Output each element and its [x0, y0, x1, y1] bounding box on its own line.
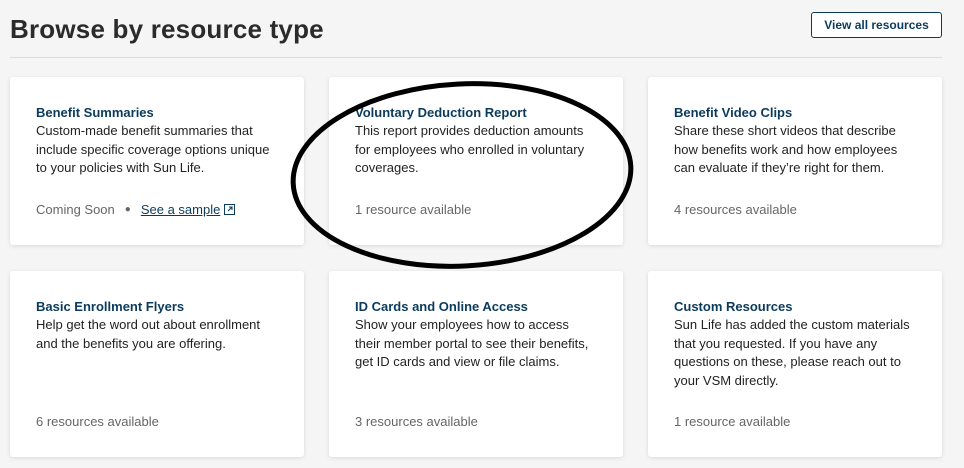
card-basic-enrollment-flyers[interactable]: Basic Enrollment Flyers Help get the wor…: [10, 271, 304, 457]
card-description: Show your employees how to access their …: [355, 317, 589, 369]
see-a-sample-link[interactable]: See a sample: [141, 202, 236, 217]
card-footer: 6 resources available: [36, 414, 159, 429]
card-footer: 1 resource available: [674, 414, 791, 429]
card-benefit-summaries[interactable]: Benefit Summaries Custom-made benefit su…: [10, 77, 304, 245]
card-custom-resources[interactable]: Custom Resources Sun Life has added the …: [648, 271, 942, 457]
card-title: ID Cards and Online Access: [355, 299, 528, 314]
card-description: Sun Life has added the custom materials …: [674, 317, 910, 388]
card-footer: Coming Soon ● See a sample: [36, 202, 236, 217]
card-footer: 3 resources available: [355, 414, 478, 429]
card-voluntary-deduction-report[interactable]: Voluntary Deduction Report This report p…: [329, 77, 623, 245]
card-title: Benefit Video Clips: [674, 105, 793, 120]
card-id-cards-online-access[interactable]: ID Cards and Online Access Show your emp…: [329, 271, 623, 457]
card-benefit-video-clips[interactable]: Benefit Video Clips Share these short vi…: [648, 77, 942, 245]
view-all-resources-button[interactable]: View all resources: [811, 12, 942, 38]
card-description: Help get the word out about enrollment a…: [36, 317, 261, 351]
header-divider: [10, 57, 942, 58]
card-title: Voluntary Deduction Report: [355, 105, 527, 120]
external-link-icon: [224, 204, 236, 215]
card-description: This report provides deduction amounts f…: [355, 123, 585, 175]
page-title: Browse by resource type: [10, 14, 324, 44]
card-footer: 1 resource available: [355, 202, 472, 217]
card-footer: 4 resources available: [674, 202, 797, 217]
card-title: Custom Resources: [674, 299, 793, 314]
card-description: Share these short videos that describe h…: [674, 123, 898, 175]
status-text: Coming Soon: [36, 202, 115, 217]
separator-dot: ●: [124, 204, 131, 215]
page-header: Browse by resource type View all resourc…: [0, 0, 964, 58]
card-description: Custom-made benefit summaries that inclu…: [36, 123, 270, 175]
card-title: Basic Enrollment Flyers: [36, 299, 185, 314]
card-title: Benefit Summaries: [36, 105, 154, 120]
